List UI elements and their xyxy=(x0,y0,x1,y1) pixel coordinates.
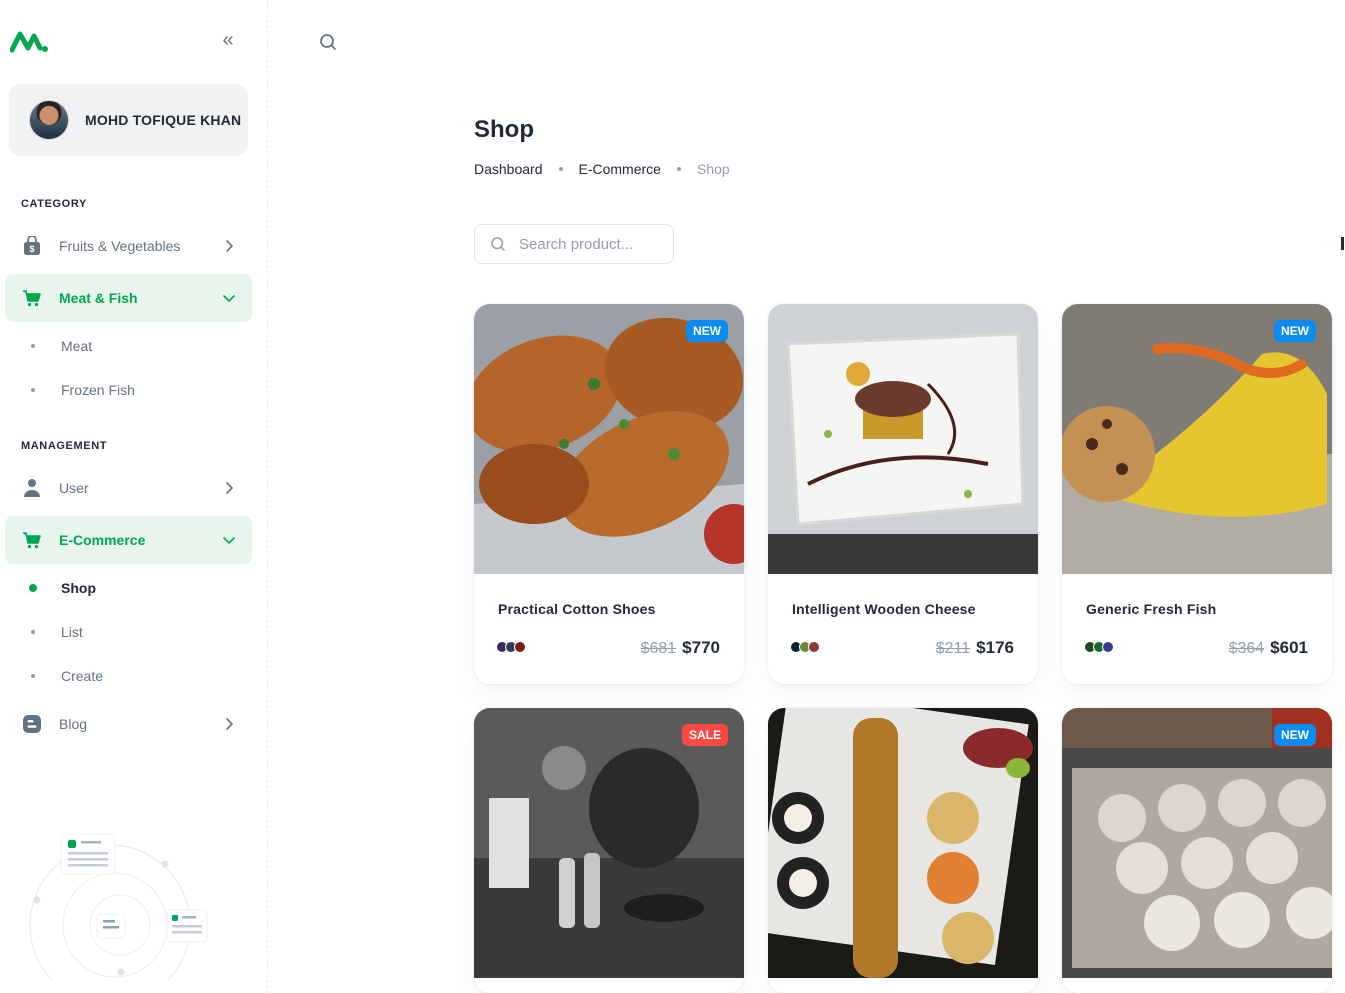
color-swatches xyxy=(496,641,526,653)
chevron-down-icon xyxy=(223,295,235,303)
search-input[interactable] xyxy=(519,235,669,253)
old-price: $681 xyxy=(640,640,677,657)
avatar xyxy=(29,100,69,140)
product-card[interactable]: NEW Practical Cotton Shoes $681 $770 xyxy=(474,304,744,684)
color-swatches xyxy=(1084,641,1114,653)
breadcrumb-separator xyxy=(676,167,681,171)
collapse-sidebar-icon[interactable]: « xyxy=(216,29,240,53)
product-name[interactable]: Practical Cotton Shoes xyxy=(498,601,656,617)
search-icon[interactable] xyxy=(316,30,340,54)
product-price: $681 $770 xyxy=(641,638,720,658)
color-swatches xyxy=(790,641,820,653)
product-image: NEW xyxy=(1062,708,1332,978)
product-image: SALE xyxy=(474,708,744,978)
sidebar-subitem-label: Shop xyxy=(61,580,96,596)
logo-icon[interactable] xyxy=(10,28,50,54)
product-image xyxy=(768,708,1038,978)
current-price: $176 xyxy=(976,638,1014,657)
current-price: $601 xyxy=(1270,638,1308,657)
category-section-title: CATEGORY xyxy=(21,198,87,210)
shopping-bag-icon: $ xyxy=(22,236,42,256)
breadcrumb-separator xyxy=(558,167,563,171)
sidebar-item-meat-fish[interactable]: Meat & Fish xyxy=(5,274,252,322)
food-image xyxy=(768,304,1038,574)
bullet-icon xyxy=(31,388,35,392)
sidebar-subitem-label: Meat xyxy=(61,338,93,354)
sale-badge: SALE xyxy=(681,724,728,746)
bullet-icon xyxy=(31,674,35,678)
sidebar-item-label: Meat & Fish xyxy=(59,290,138,306)
sidebar-item-label: Blog xyxy=(59,716,88,732)
sidebar-subitem-frozen-fish[interactable]: Frozen Fish xyxy=(5,370,252,410)
svg-text:$: $ xyxy=(29,244,34,254)
bullet-icon xyxy=(31,344,35,348)
food-image xyxy=(474,304,744,574)
product-card[interactable]: Intelligent Wooden Cheese $211 $176 xyxy=(768,304,1038,684)
new-badge: NEW xyxy=(1274,724,1316,746)
bullet-icon xyxy=(31,630,35,634)
new-badge: NEW xyxy=(686,320,728,342)
food-image xyxy=(1062,304,1332,574)
page-title: Shop xyxy=(474,116,534,143)
chevron-right-icon xyxy=(226,718,234,730)
chevron-right-icon xyxy=(226,482,234,494)
product-card[interactable]: NEW Generic Fresh Fish $364 $601 xyxy=(1062,304,1332,684)
breadcrumb-e-commerce[interactable]: E-Commerce xyxy=(579,161,661,177)
sidebar-subitem-label: Create xyxy=(61,668,104,684)
product-image: NEW xyxy=(474,304,744,574)
sidebar-subitem-list[interactable]: List xyxy=(5,612,252,652)
breadcrumb-current: Shop xyxy=(696,161,730,177)
breadcrumb: Dashboard E-Commerce Shop xyxy=(474,161,730,177)
filters-button-edge[interactable] xyxy=(1341,237,1344,250)
account-name: MOHD TOFIQUE KHAN xyxy=(85,112,242,128)
product-image xyxy=(768,304,1038,574)
sidebar-subitem-create[interactable]: Create xyxy=(5,656,252,696)
sidebar-item-blog[interactable]: Blog xyxy=(5,700,252,748)
sidebar-subitem-meat[interactable]: Meat xyxy=(5,326,252,366)
sidebar-subitem-shop[interactable]: Shop xyxy=(5,568,252,608)
breadcrumb-dashboard[interactable]: Dashboard xyxy=(474,161,543,177)
product-card[interactable]: NEW xyxy=(1062,708,1332,993)
product-name[interactable]: Intelligent Wooden Cheese xyxy=(792,601,976,617)
product-image: NEW xyxy=(1062,304,1332,574)
cart-icon xyxy=(22,288,42,308)
food-image xyxy=(768,708,1038,978)
sidebar-item-user[interactable]: User xyxy=(5,464,252,512)
cart-icon xyxy=(22,530,42,550)
color-swatch xyxy=(808,641,820,653)
account-card[interactable]: MOHD TOFIQUE KHAN xyxy=(9,84,248,156)
food-image xyxy=(474,708,744,978)
blog-icon xyxy=(22,714,42,734)
product-price: $364 $601 xyxy=(1229,638,1308,658)
sidebar-illustration xyxy=(29,833,208,980)
product-card[interactable] xyxy=(768,708,1038,993)
new-badge: NEW xyxy=(1274,320,1316,342)
bullet-icon xyxy=(29,584,37,592)
product-price: $211 $176 xyxy=(936,638,1014,658)
sidebar-item-label: User xyxy=(59,480,89,496)
product-name[interactable]: Generic Fresh Fish xyxy=(1086,601,1216,617)
current-price: $770 xyxy=(682,638,720,657)
food-image xyxy=(1062,708,1332,978)
old-price: $364 xyxy=(1228,640,1265,657)
color-swatch xyxy=(514,641,526,653)
search-icon xyxy=(491,237,505,251)
product-card[interactable]: SALE xyxy=(474,708,744,993)
sidebar-item-fruits-vegetables[interactable]: $ Fruits & Vegetables xyxy=(5,222,252,270)
sidebar-subitem-label: List xyxy=(61,624,83,640)
product-search[interactable] xyxy=(474,224,674,264)
old-price: $211 xyxy=(935,640,971,657)
sidebar-item-label: E-Commerce xyxy=(59,532,146,548)
user-icon xyxy=(22,478,42,498)
chevron-down-icon xyxy=(223,537,235,545)
sidebar-subitem-label: Frozen Fish xyxy=(61,382,135,398)
management-section-title: MANAGEMENT xyxy=(21,440,108,452)
sidebar-item-e-commerce[interactable]: E-Commerce xyxy=(5,516,252,564)
sidebar: « MOHD TOFIQUE KHAN CATEGORY $ Fruits & … xyxy=(0,0,268,993)
color-swatch xyxy=(1102,641,1114,653)
sidebar-item-label: Fruits & Vegetables xyxy=(59,238,181,254)
chevron-right-icon xyxy=(226,240,234,252)
